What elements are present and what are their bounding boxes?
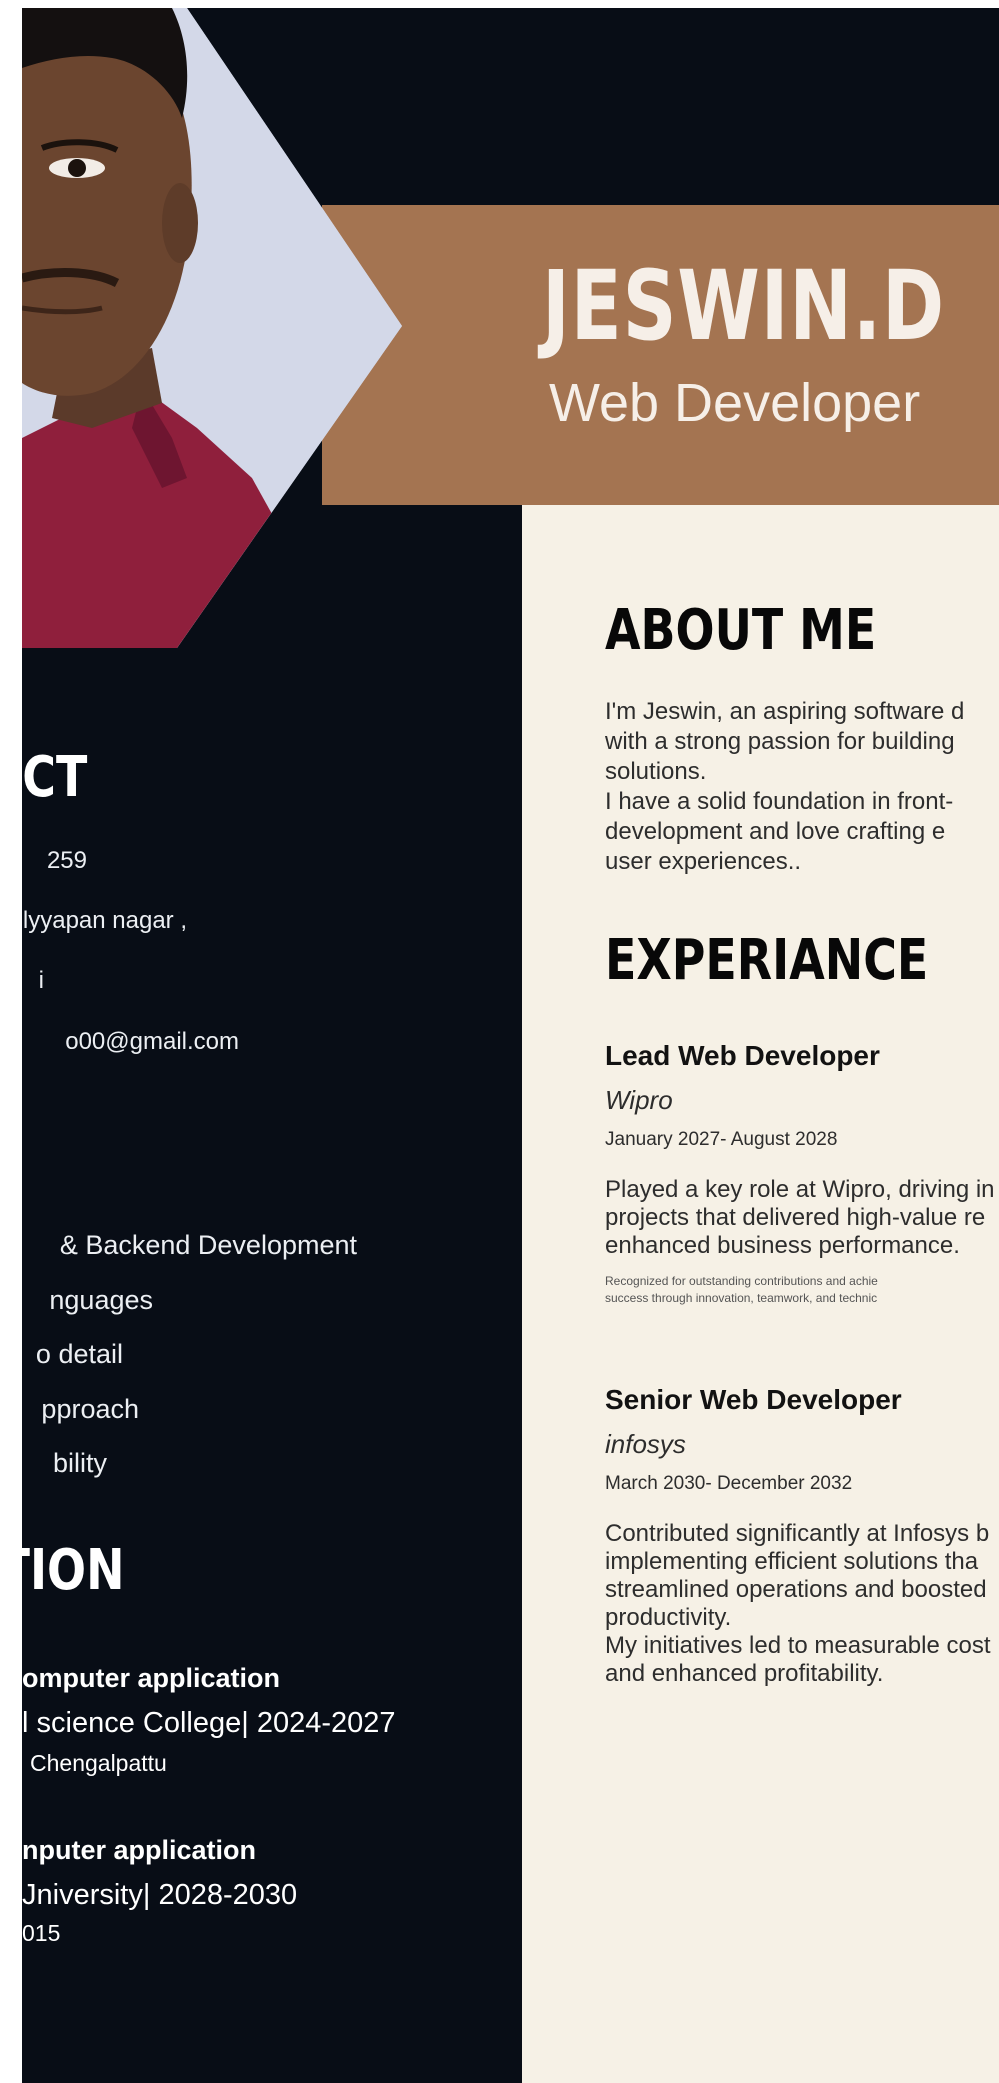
job-dates: January 2027- August 2028: [605, 1129, 838, 1150]
job-line: projects that delivered high-value re: [605, 1204, 986, 1231]
skill-item: o detail: [35, 1339, 123, 1369]
contact-email: o00@gmail.com: [65, 1028, 239, 1055]
about-heading: ABOUT ME: [605, 598, 877, 663]
job-dates: March 2030- December 2032: [605, 1473, 853, 1494]
experience-heading: EXPERIANCE: [605, 928, 929, 993]
job-line: My initiatives led to measurable cost: [605, 1632, 991, 1659]
candidate-role: Web Developer: [549, 373, 921, 433]
education-degree: nputer application: [22, 1835, 257, 1865]
contact-phone: 259: [46, 847, 87, 874]
candidate-name: JESWIN.D: [542, 250, 945, 362]
education-degree: omputer application: [22, 1663, 281, 1693]
job-description: Played a key role at Wipro, driving in p…: [605, 1176, 995, 1260]
job-company: infosys: [605, 1429, 686, 1459]
job-line: Contributed significantly at Infosys b: [605, 1520, 990, 1547]
job-line: implementing efficient solutions tha: [605, 1548, 979, 1575]
job-line: and enhanced profitability.: [605, 1660, 884, 1687]
education-institution: l science College| 2024-2027: [22, 1707, 396, 1739]
about-line: user experiences..: [605, 848, 802, 875]
education-institution: Jniversity| 2028-2030: [22, 1879, 298, 1911]
profile-photo: [22, 8, 402, 648]
about-line: solutions.: [605, 758, 707, 785]
job-company: Wipro: [605, 1085, 673, 1115]
about-text: I'm Jeswin, an aspiring software d with …: [605, 697, 964, 877]
job-note-line: success through innovation, teamwork, an…: [605, 1291, 878, 1305]
contact-address: lyyapan nagar ,: [22, 907, 187, 934]
about-line: development and love crafting e: [605, 818, 946, 845]
education-location: Chengalpattu: [30, 1750, 167, 1776]
skill-item: nguages: [49, 1285, 153, 1315]
job-note-line: Recognized for outstanding contributions…: [605, 1274, 878, 1288]
skill-item: & Backend Development: [59, 1230, 357, 1260]
about-line: with a strong passion for building: [605, 728, 955, 755]
education-heading: TION: [22, 1538, 125, 1603]
education-location: 015: [22, 1920, 61, 1946]
about-line: I have a solid foundation in front-: [605, 788, 954, 815]
about-line: I'm Jeswin, an aspiring software d: [605, 698, 965, 725]
contact-city: i: [38, 967, 44, 994]
job-note: Recognized for outstanding contributions…: [605, 1273, 878, 1307]
job-title: Lead Web Developer: [605, 1040, 880, 1071]
job-description: Contributed significantly at Infosys b i…: [605, 1520, 991, 1688]
contact-heading: CT: [22, 745, 87, 810]
skill-item: bility: [52, 1448, 107, 1478]
job-line: streamlined operations and boosted: [605, 1576, 987, 1603]
job-line: productivity.: [605, 1604, 732, 1631]
job-line: Played a key role at Wipro, driving in: [605, 1176, 995, 1203]
profile-photo-illustration: [22, 8, 402, 648]
job-line: enhanced business performance.: [605, 1232, 960, 1259]
job-title: Senior Web Developer: [605, 1384, 902, 1415]
skill-item: pproach: [41, 1394, 139, 1424]
resume-page: JESWIN.D Web Developer CT 259 lyyapan na…: [22, 8, 999, 2083]
